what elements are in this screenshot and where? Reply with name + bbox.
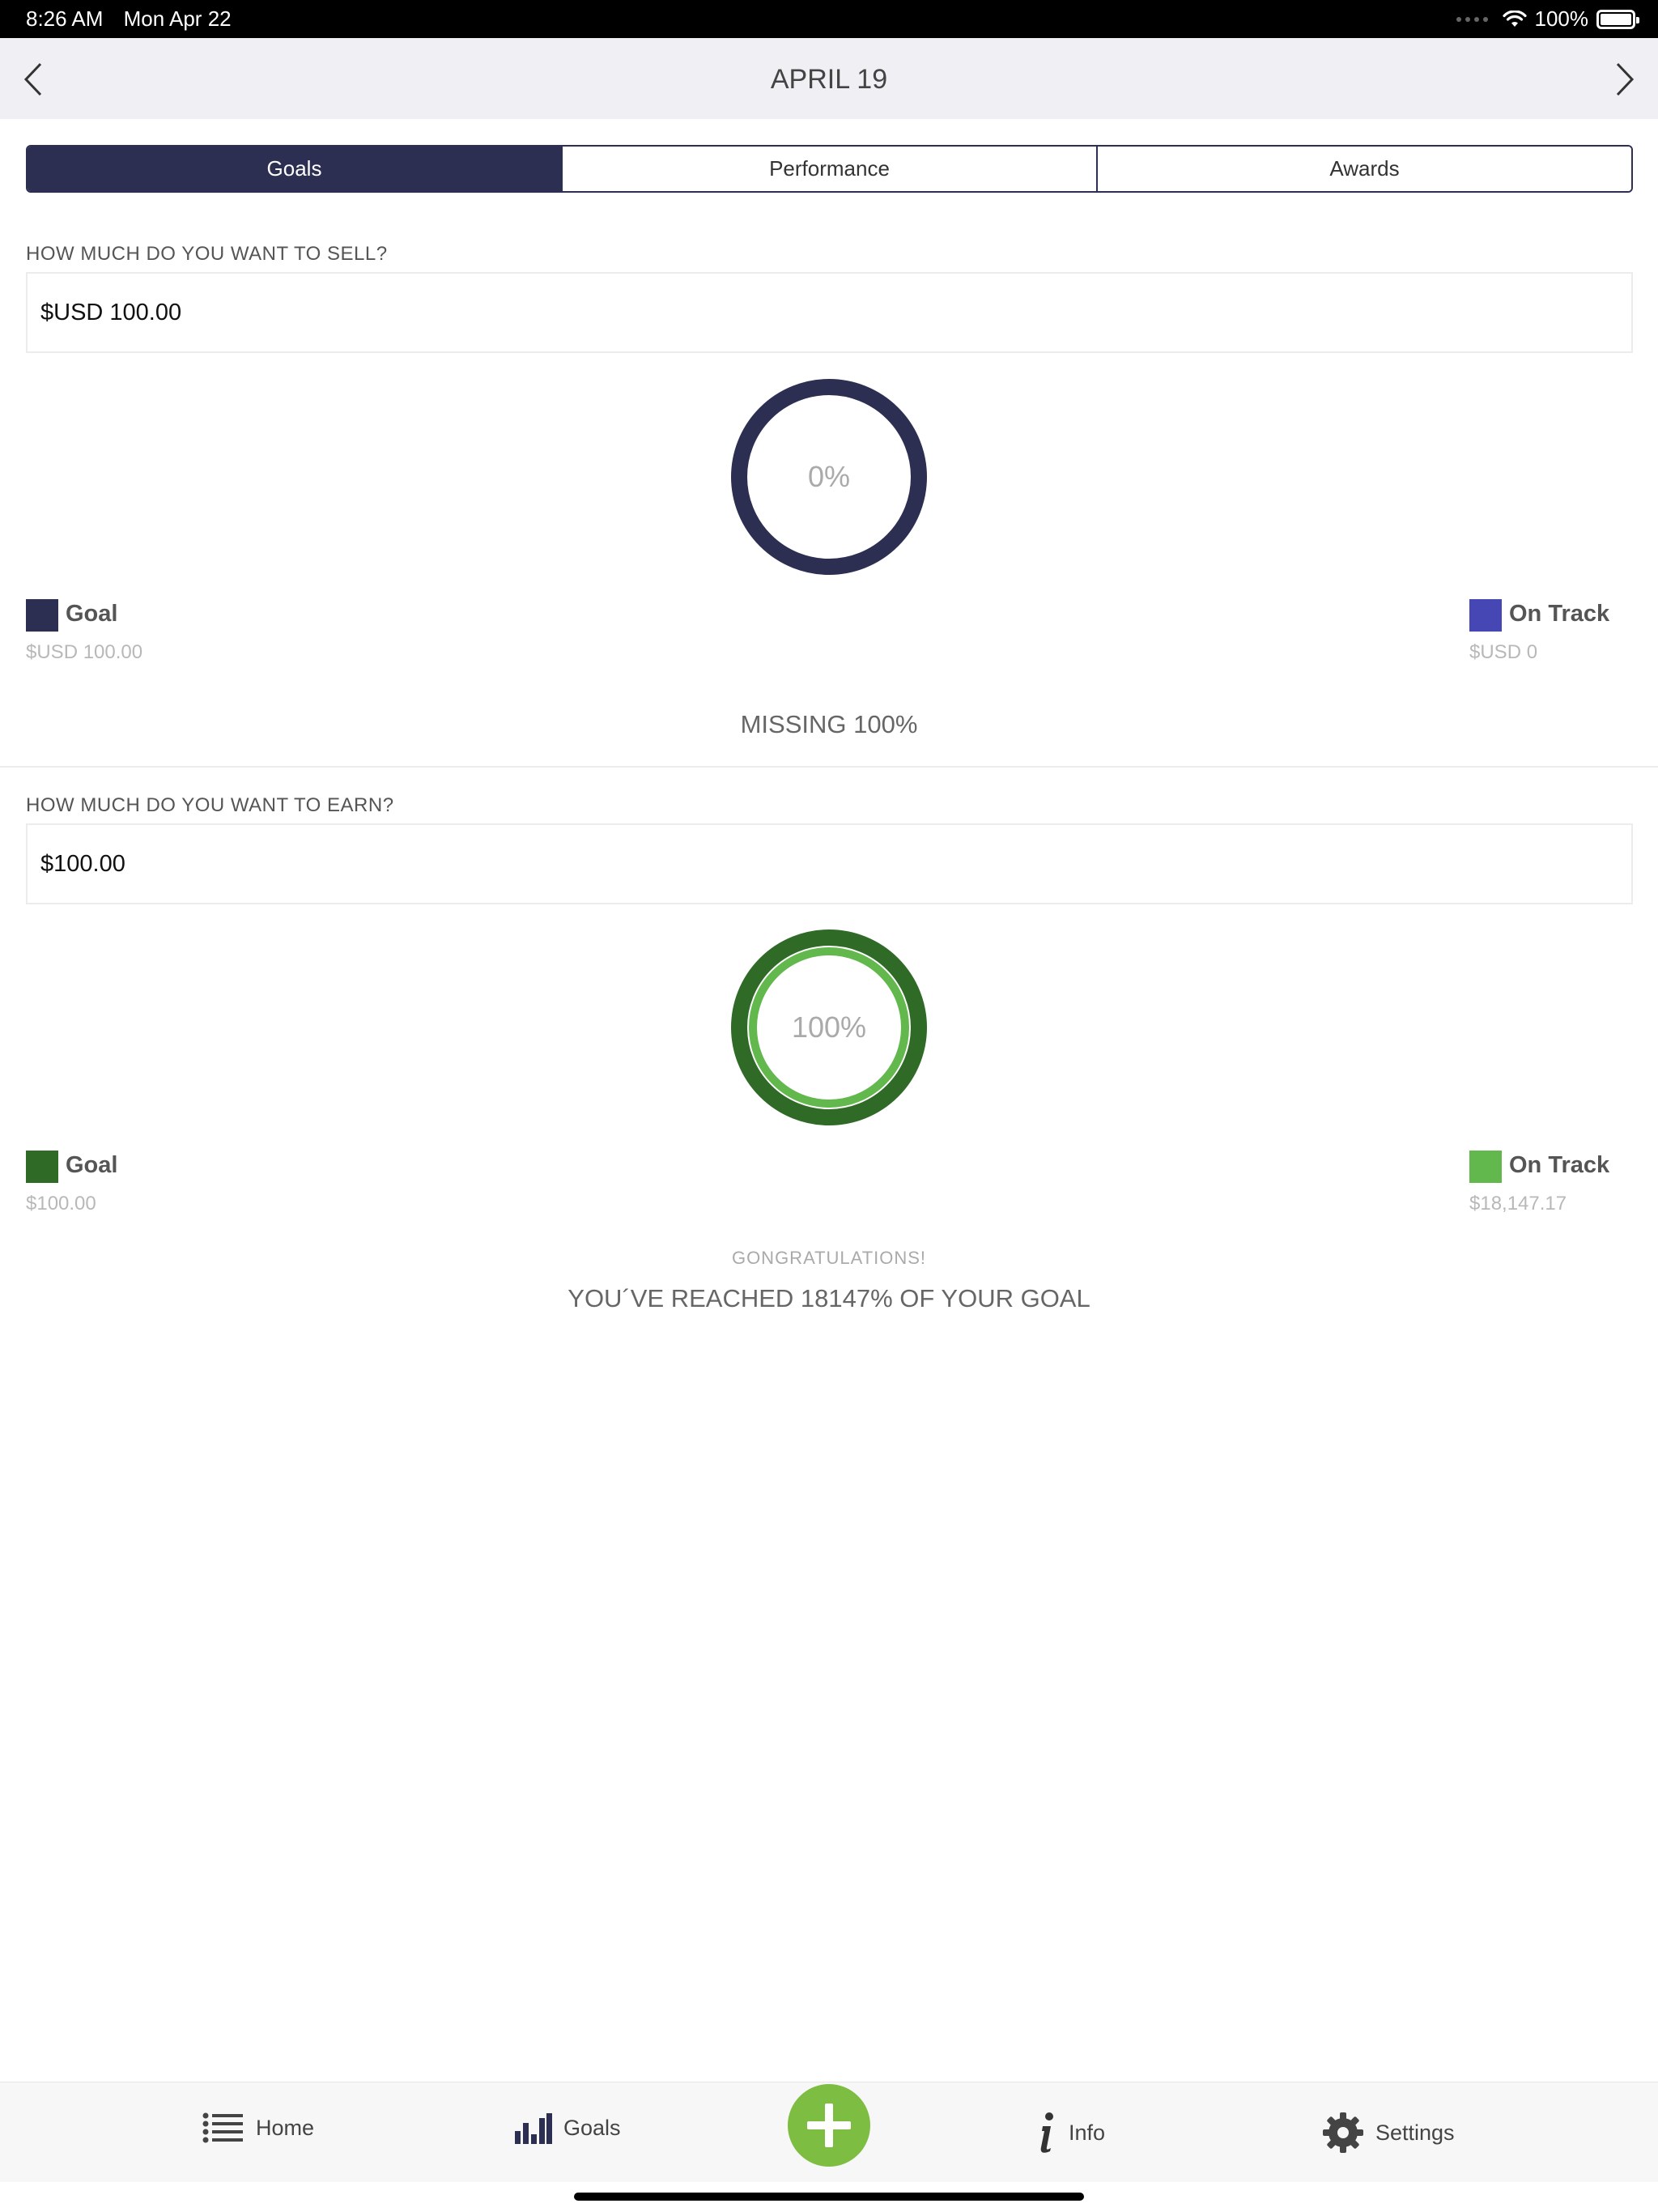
tab-bar-goals-label: Goals xyxy=(563,2115,621,2140)
earn-amount-input[interactable]: $100.00 xyxy=(26,823,1633,904)
status-left: 8:26 AM Mon Apr 22 xyxy=(26,6,246,32)
nav-bar: APRIL 19 xyxy=(0,38,1658,119)
chevron-right-icon[interactable] xyxy=(1608,59,1640,100)
tab-bar-home[interactable]: Home xyxy=(202,2112,314,2144)
earn-ontrack-value: $18,147.17 xyxy=(1469,1193,1567,1214)
gear-icon xyxy=(1323,2112,1363,2153)
status-date: Mon Apr 22 xyxy=(123,6,232,31)
signal-icon xyxy=(1456,16,1488,22)
sell-progress-donut: 0% xyxy=(731,379,927,575)
battery-percent: 100% xyxy=(1534,6,1589,31)
section-divider xyxy=(0,766,1658,768)
segmented-control: Goals Performance Awards xyxy=(26,145,1633,193)
sell-goal-swatch xyxy=(26,599,58,632)
tab-bar-settings[interactable]: Settings xyxy=(1322,2112,1455,2154)
earn-ontrack-title: On Track xyxy=(1509,1152,1610,1178)
earn-status: YOU´VE REACHED 18147% OF YOUR GOAL xyxy=(568,1284,1090,1312)
earn-goal-value: $100.00 xyxy=(26,1193,96,1214)
home-indicator xyxy=(574,2193,1084,2201)
list-icon xyxy=(202,2112,243,2143)
info-icon xyxy=(1040,2112,1053,2153)
tab-bar-info-label: Info xyxy=(1069,2120,1106,2145)
status-right: 100% xyxy=(1456,6,1639,32)
earn-progress-donut: 100% xyxy=(731,929,927,1125)
battery-icon xyxy=(1596,9,1639,29)
sell-ontrack-value: $USD 0 xyxy=(1469,641,1538,663)
tab-bar-home-label: Home xyxy=(256,2115,315,2140)
earn-progress-label: 100% xyxy=(791,1010,867,1044)
status-bar: 8:26 AM Mon Apr 22 100% xyxy=(0,0,1658,38)
earn-goal-swatch xyxy=(26,1151,58,1183)
sell-amount-input[interactable]: $USD 100.00 xyxy=(26,272,1633,353)
status-time: 8:26 AM xyxy=(26,6,104,31)
tab-bar-info[interactable]: Info xyxy=(1038,2112,1105,2154)
app-screen: 8:26 AM Mon Apr 22 100% APRIL 19 Goals P… xyxy=(0,0,1658,2212)
sell-status: MISSING 100% xyxy=(740,710,918,738)
earn-question: HOW MUCH DO YOU WANT TO EARN? xyxy=(26,794,394,816)
tab-bar-settings-label: Settings xyxy=(1375,2120,1455,2145)
bar-chart-icon xyxy=(515,2113,552,2144)
add-button[interactable] xyxy=(788,2084,870,2167)
page-title: APRIL 19 xyxy=(770,64,888,95)
tab-performance[interactable]: Performance xyxy=(563,147,1098,191)
sell-ontrack-swatch xyxy=(1469,599,1502,632)
plus-icon xyxy=(807,2104,851,2147)
sell-question: HOW MUCH DO YOU WANT TO SELL? xyxy=(26,243,388,265)
sell-goal-title: Goal xyxy=(66,601,118,627)
sell-progress-label: 0% xyxy=(807,460,851,493)
earn-congrats: GONGRATULATIONS! xyxy=(731,1248,927,1268)
tab-goals[interactable]: Goals xyxy=(28,147,563,191)
earn-ontrack-swatch xyxy=(1469,1151,1502,1183)
tab-awards[interactable]: Awards xyxy=(1098,147,1631,191)
wifi-icon xyxy=(1502,10,1527,27)
tab-bar-goals[interactable]: Goals xyxy=(513,2112,621,2144)
sell-ontrack-title: On Track xyxy=(1509,601,1610,627)
earn-goal-title: Goal xyxy=(66,1152,118,1178)
sell-goal-value: $USD 100.00 xyxy=(26,641,143,663)
